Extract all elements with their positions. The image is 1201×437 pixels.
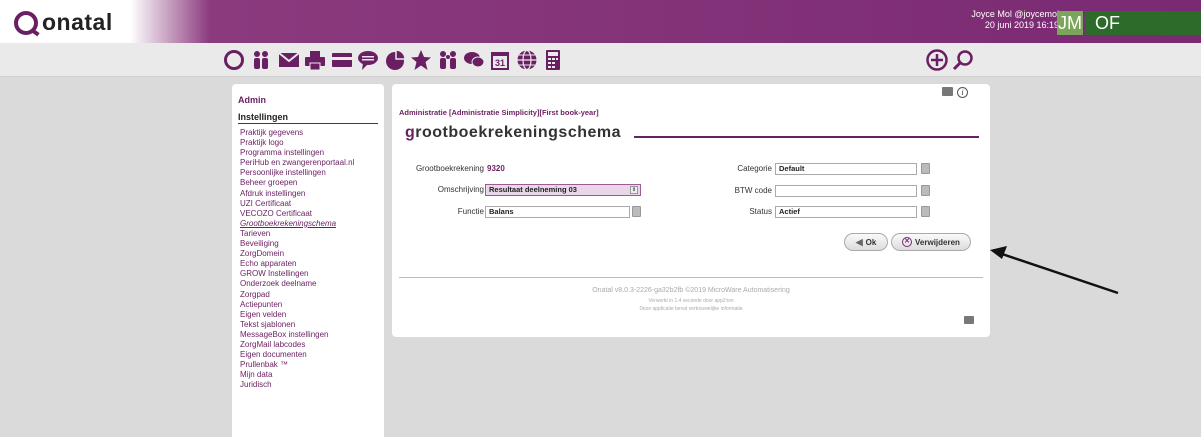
annotation-arrow [990,246,1119,295]
